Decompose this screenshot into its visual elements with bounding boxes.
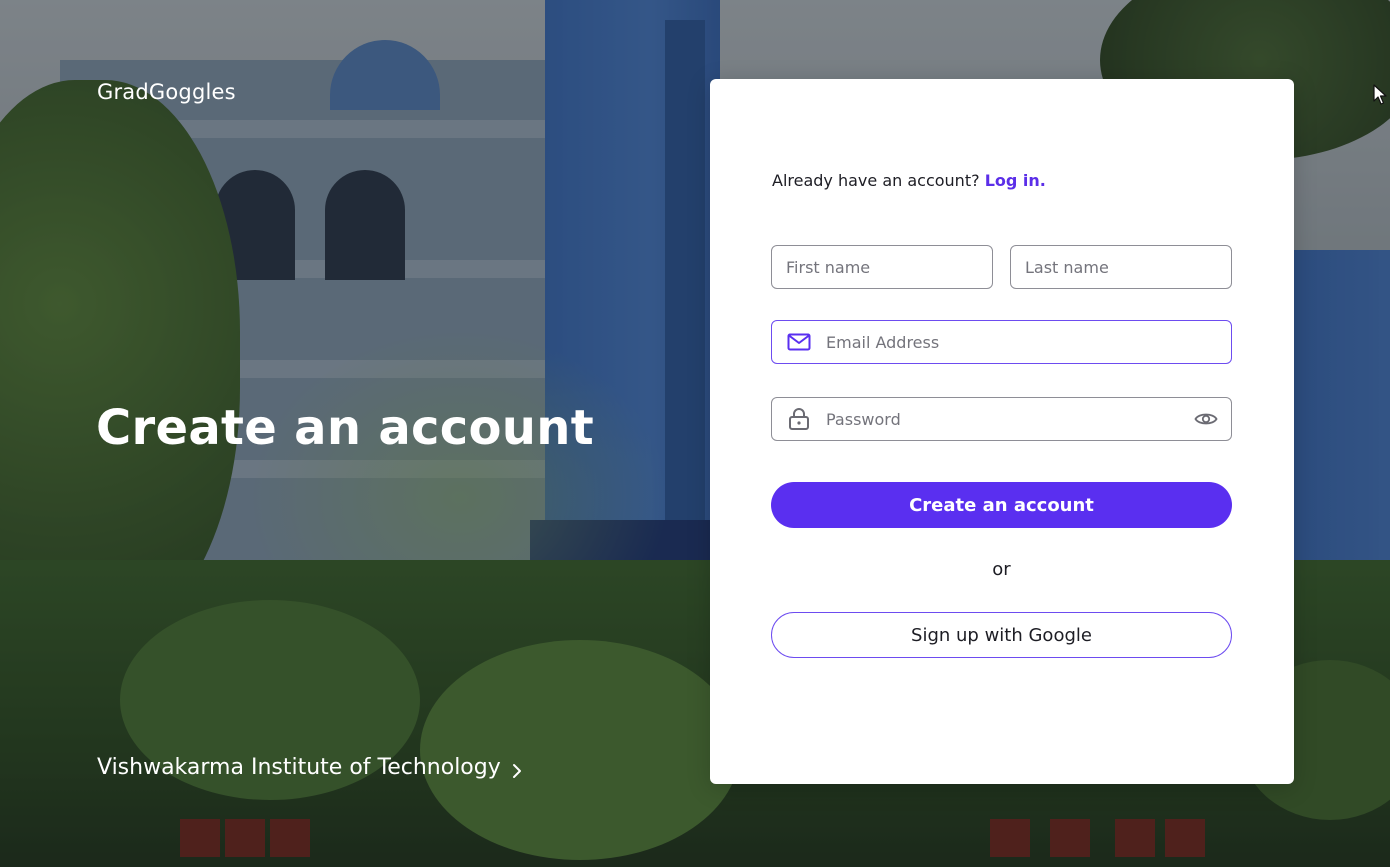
email-input[interactable] — [826, 321, 1231, 363]
eye-icon[interactable] — [1193, 408, 1219, 430]
last-name-input[interactable] — [1025, 246, 1231, 288]
password-input[interactable] — [826, 398, 1193, 440]
brand-logo-text: GradGoggles — [97, 80, 236, 104]
create-account-button[interactable]: Create an account — [771, 482, 1232, 528]
google-signup-button[interactable]: Sign up with Google — [771, 612, 1232, 658]
or-divider: or — [992, 559, 1011, 580]
institute-link[interactable]: Vishwakarma Institute of Technology — [97, 755, 525, 780]
page-title: Create an account — [96, 400, 594, 456]
first-name-field[interactable] — [771, 245, 993, 289]
email-field[interactable] — [771, 320, 1232, 364]
mail-icon — [786, 331, 812, 353]
password-field[interactable] — [771, 397, 1232, 441]
login-prompt: Already have an account? Log in. — [772, 171, 1046, 190]
first-name-input[interactable] — [786, 246, 992, 288]
login-prompt-text: Already have an account? — [772, 171, 980, 190]
mouse-cursor-icon — [1373, 84, 1387, 106]
last-name-field[interactable] — [1010, 245, 1232, 289]
signup-card: Already have an account? Log in. Create … — [710, 79, 1294, 784]
login-link[interactable]: Log in. — [985, 171, 1046, 190]
chevron-right-icon — [509, 760, 525, 778]
signup-page: GradGoggles Create an account Vishwakarm… — [0, 0, 1390, 867]
institute-link-label: Vishwakarma Institute of Technology — [97, 755, 501, 780]
lock-icon — [786, 408, 812, 430]
